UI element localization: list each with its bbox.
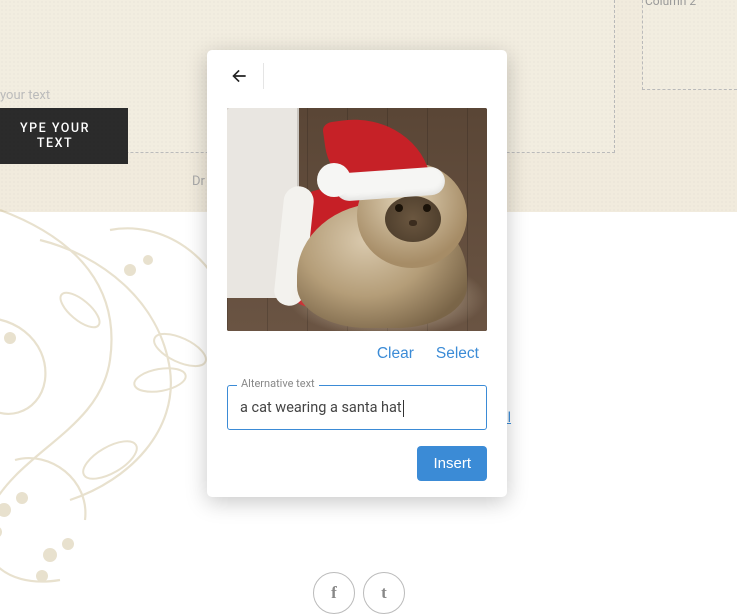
alt-text-label: Alternative text <box>237 377 319 390</box>
clear-button[interactable]: Clear <box>377 345 414 363</box>
select-button[interactable]: Select <box>436 345 479 363</box>
alt-text-input[interactable]: a cat wearing a santa hat <box>227 385 487 430</box>
image-action-row: Clear Select <box>207 331 507 367</box>
back-button[interactable] <box>225 62 253 90</box>
dialog-header <box>207 50 507 100</box>
text-caret <box>403 400 404 417</box>
dropzone-hint: Dr <box>192 174 205 189</box>
twitter-icon[interactable]: t <box>363 572 405 614</box>
image-preview[interactable] <box>227 108 487 331</box>
type-text-placeholder: your text <box>0 88 50 103</box>
twitter-glyph: t <box>381 583 387 603</box>
header-divider <box>263 63 264 89</box>
alt-text-value: a cat wearing a santa hat <box>240 399 402 416</box>
type-your-text-button[interactable]: YPE YOUR TEXT <box>0 108 128 164</box>
arrow-left-icon <box>229 66 249 86</box>
alt-text-field: Alternative text a cat wearing a santa h… <box>227 385 487 430</box>
image-insert-dialog: Clear Select Alternative text a cat wear… <box>207 50 507 497</box>
layout-column-2[interactable]: Column 2 <box>642 0 737 90</box>
insert-button[interactable]: Insert <box>417 446 487 481</box>
facebook-icon[interactable]: f <box>313 572 355 614</box>
dialog-footer: Insert <box>207 430 507 481</box>
social-icons: f t <box>313 572 405 614</box>
image-preview-container <box>207 100 507 331</box>
facebook-glyph: f <box>331 583 337 603</box>
column-2-label: Column 2 <box>645 0 696 8</box>
